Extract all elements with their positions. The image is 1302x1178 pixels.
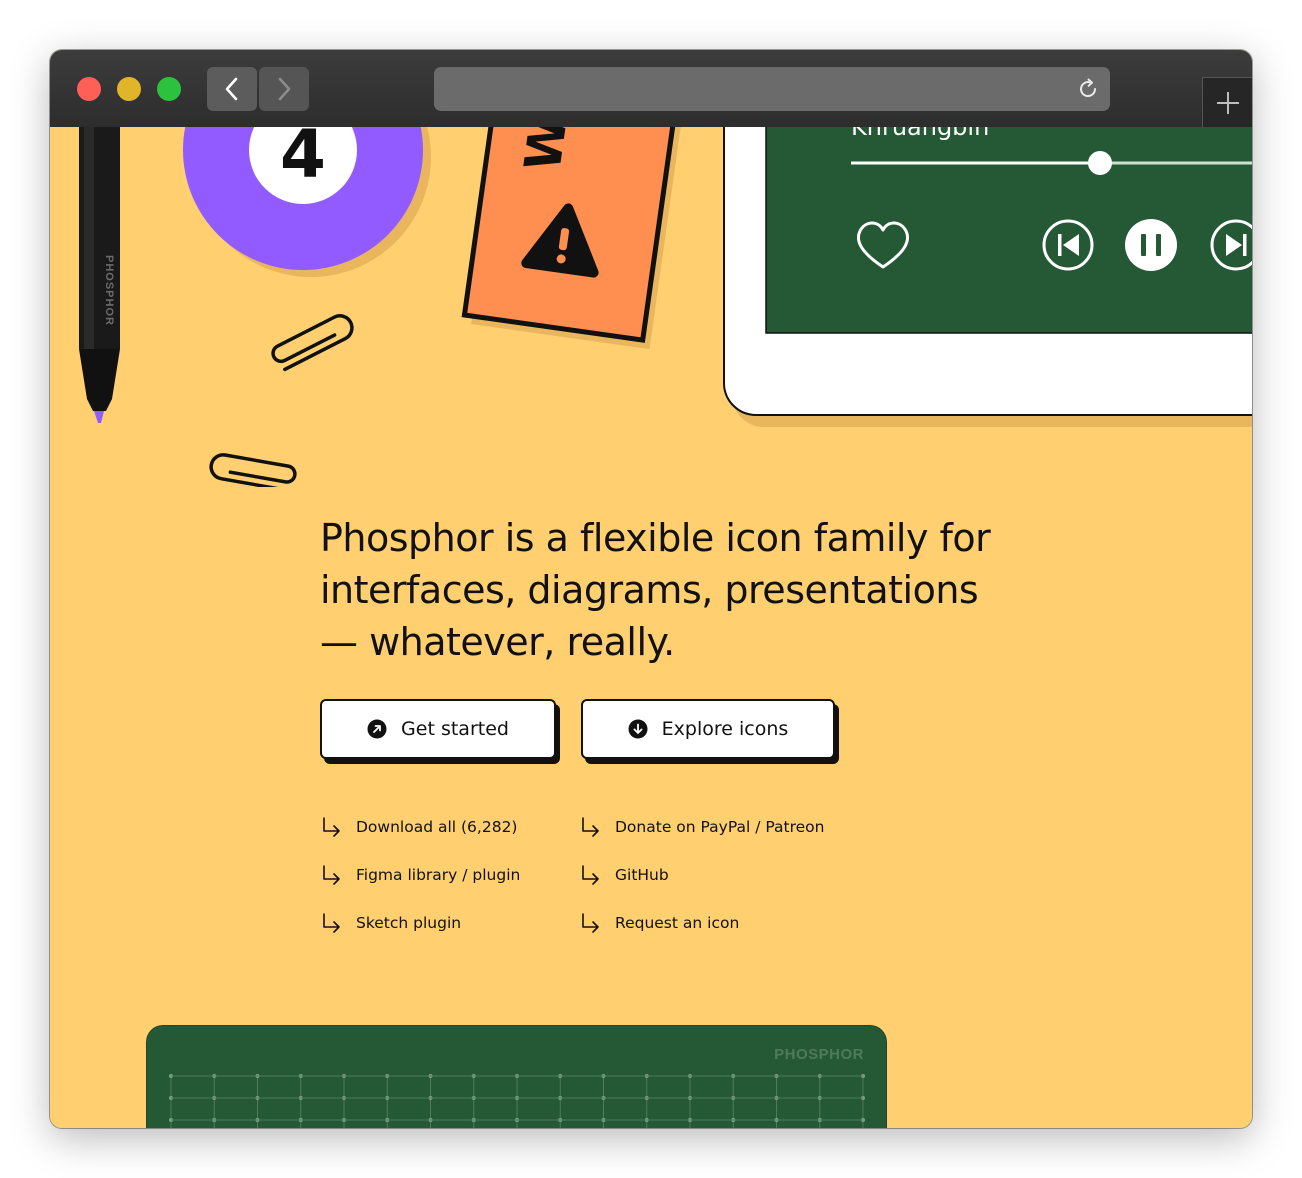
hero-illustration: PHOSPHOR 4 W Khruangbin xyxy=(79,127,1252,487)
pen-brand-label: PHOSPHOR xyxy=(103,255,115,326)
back-button[interactable] xyxy=(207,67,257,111)
paperclip-illustration xyxy=(209,314,354,487)
sketch-label: Sketch plugin xyxy=(356,914,462,932)
page-content: PHOSPHOR 4 W Khruangbin Phosphor is a fl… xyxy=(50,127,1252,1128)
new-tab-button[interactable] xyxy=(1202,77,1252,128)
arrow-elbow-down-right-icon xyxy=(320,864,342,886)
forward-button[interactable] xyxy=(259,67,309,111)
arrow-elbow-down-right-icon xyxy=(579,912,601,934)
donate-link[interactable]: Donate on PayPal / Patreon xyxy=(579,812,824,842)
arrow-elbow-down-right-icon xyxy=(579,816,601,838)
tablet-illustration: Khruangbin xyxy=(723,127,1252,427)
download-all-link[interactable]: Download all (6,282) xyxy=(320,812,517,842)
arrow-elbow-down-right-icon xyxy=(320,912,342,934)
chevron-right-icon xyxy=(278,77,291,101)
explore-icons-label: Explore icons xyxy=(661,718,789,740)
ball-number: 4 xyxy=(280,127,326,193)
board-grid xyxy=(169,1074,865,1128)
sketch-link[interactable]: Sketch plugin xyxy=(320,908,461,938)
player-artist: Khruangbin xyxy=(851,127,989,141)
maximize-window-button[interactable] xyxy=(157,77,181,101)
explore-icons-button[interactable]: Explore icons xyxy=(581,699,835,759)
close-window-button[interactable] xyxy=(77,77,101,101)
reload-icon[interactable] xyxy=(1076,77,1100,101)
arrow-up-right-circle-icon xyxy=(367,719,387,739)
github-label: GitHub xyxy=(615,866,669,884)
arrow-down-circle-icon xyxy=(628,719,648,739)
download-all-label: Download all (6,282) xyxy=(356,818,518,836)
player-progress-knob xyxy=(1088,151,1112,175)
figma-link[interactable]: Figma library / plugin xyxy=(320,860,520,890)
card-letter: W xyxy=(514,127,579,174)
get-started-label: Get started xyxy=(401,718,509,740)
github-link[interactable]: GitHub xyxy=(579,860,669,890)
request-icon-link[interactable]: Request an icon xyxy=(579,908,739,938)
cutting-board-illustration: PHOSPHOR xyxy=(147,1026,886,1128)
hero-tagline: Phosphor is a flexible icon family for i… xyxy=(320,516,991,664)
browser-titlebar xyxy=(50,50,1252,128)
get-started-button[interactable]: Get started xyxy=(320,699,556,759)
browser-window: PHOSPHOR 4 W Khruangbin Phosphor is a fl… xyxy=(50,50,1252,1128)
address-bar[interactable] xyxy=(434,67,1110,111)
pause-icon xyxy=(1125,219,1177,271)
request-icon-label: Request an icon xyxy=(615,914,740,932)
pen-illustration: PHOSPHOR xyxy=(79,127,120,423)
arrow-elbow-down-right-icon xyxy=(579,864,601,886)
warning-card-illustration: W xyxy=(461,127,685,350)
minimize-window-button[interactable] xyxy=(117,77,141,101)
billiard-ball-illustration: 4 xyxy=(183,127,431,277)
chevron-left-icon xyxy=(225,77,238,101)
donate-label: Donate on PayPal / Patreon xyxy=(615,818,825,836)
plus-icon xyxy=(1217,92,1239,114)
arrow-elbow-down-right-icon xyxy=(320,816,342,838)
figma-label: Figma library / plugin xyxy=(356,866,521,884)
